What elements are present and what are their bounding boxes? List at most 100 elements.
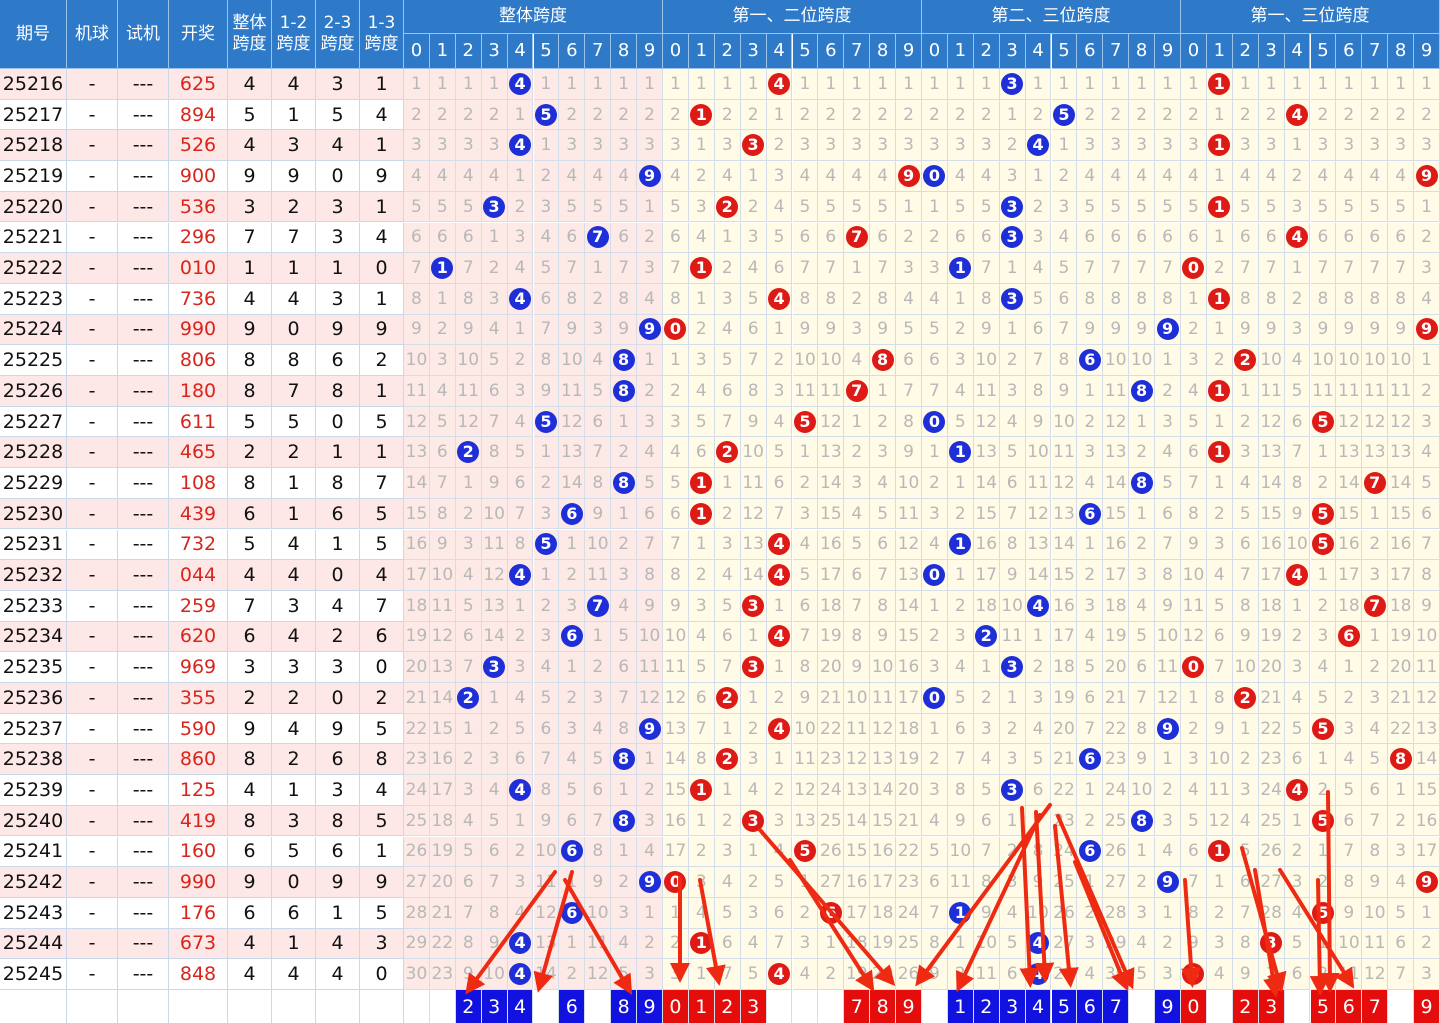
miss-cell: 2 xyxy=(1284,161,1311,192)
miss-cell: 6 xyxy=(533,713,560,745)
miss-cell: 15 xyxy=(1388,498,1415,530)
miss-cell: 1 xyxy=(637,345,663,376)
miss-cell: 4 xyxy=(611,161,638,192)
miss-cell: 1 xyxy=(507,805,534,837)
header-digit: 4 xyxy=(766,34,793,69)
miss-cell: 1 xyxy=(1310,69,1337,100)
row-issue: 25218 xyxy=(0,130,67,162)
miss-cell: 8 xyxy=(1103,283,1130,315)
miss-cell: 11 xyxy=(896,498,922,530)
prediction-digit: 7 xyxy=(1362,990,1389,1023)
miss-cell: 18 xyxy=(973,590,1000,622)
miss-cell: 0 xyxy=(922,683,948,714)
miss-cell: 3 xyxy=(455,130,482,162)
header-digit: 1 xyxy=(947,34,974,69)
hit-ball: 3 xyxy=(483,195,506,218)
miss-cell: 9 xyxy=(844,652,871,683)
miss-cell: 3 xyxy=(999,222,1026,254)
hit-ball: 2 xyxy=(716,195,739,218)
prediction-digit: 6 xyxy=(1077,990,1104,1023)
miss-cell: 4 xyxy=(507,130,534,162)
miss-cell: 8 xyxy=(663,560,689,591)
miss-cell: 16 xyxy=(1336,529,1363,561)
hit-ball: 6 xyxy=(1337,625,1360,648)
miss-cell: 2 xyxy=(973,683,1000,714)
miss-cell: 4 xyxy=(1103,161,1130,192)
miss-cell: 1 xyxy=(404,69,430,100)
miss-cell: 8 xyxy=(1232,590,1259,622)
miss-cell: 17 xyxy=(429,775,456,806)
row-span-3: 5 xyxy=(360,498,404,530)
row-issue: 25241 xyxy=(0,836,67,868)
miss-cell: 4 xyxy=(585,161,612,192)
miss-cell: 9 xyxy=(1362,314,1389,346)
row-sq: --- xyxy=(118,683,169,714)
miss-cell: 2 xyxy=(1206,498,1233,530)
miss-cell: 22 xyxy=(1051,775,1078,806)
miss-cell: 5 xyxy=(766,867,793,898)
miss-cell: 5 xyxy=(740,959,767,990)
miss-cell: 12 xyxy=(455,406,482,438)
row-jq: - xyxy=(67,283,118,315)
miss-cell: 4 xyxy=(688,376,715,407)
miss-cell: 7 xyxy=(611,683,638,714)
miss-cell: 6 xyxy=(792,590,819,622)
miss-cell: 5 xyxy=(1232,498,1259,530)
hit-ball: 1 xyxy=(949,533,972,556)
miss-cell: 1 xyxy=(999,99,1026,131)
miss-cell: 1 xyxy=(533,437,560,469)
miss-cell: 14 xyxy=(429,683,456,714)
miss-cell: 1 xyxy=(740,683,767,714)
miss-cell: 13 xyxy=(1025,529,1052,561)
miss-cell: 1 xyxy=(1206,406,1233,438)
miss-cell: 1 xyxy=(688,959,715,990)
miss-cell: 1 xyxy=(1310,928,1337,960)
hit-ball: 9 xyxy=(1415,871,1438,894)
miss-cell: 16 xyxy=(1388,529,1415,561)
hit-ball: 4 xyxy=(1027,594,1050,617)
miss-cell: 2 xyxy=(585,99,612,131)
miss-cell: 3 xyxy=(1129,130,1156,162)
miss-cell: 5 xyxy=(1362,191,1389,223)
prediction-digit: 4 xyxy=(1025,990,1052,1023)
miss-cell: 2 xyxy=(896,222,922,254)
miss-cell: 2 xyxy=(663,99,689,131)
miss-cell: 17 xyxy=(973,560,1000,591)
row-span-1: 4 xyxy=(272,69,316,100)
miss-cell: 19 xyxy=(429,836,456,868)
miss-cell: 3 xyxy=(870,437,897,469)
row-kj: 176 xyxy=(169,897,228,929)
miss-cell: 5 xyxy=(792,836,819,868)
miss-cell: 27 xyxy=(1051,928,1078,960)
miss-cell: 21 xyxy=(1388,683,1415,714)
miss-cell: 4 xyxy=(507,253,534,284)
miss-cell: 1 xyxy=(922,437,948,469)
miss-cell: 4 xyxy=(766,69,793,100)
row-jq: - xyxy=(67,897,118,929)
miss-cell: 6 xyxy=(507,468,534,499)
miss-cell: 1 xyxy=(714,468,741,499)
header-digit: 7 xyxy=(1103,34,1130,69)
row-span-0: 9 xyxy=(228,314,272,346)
hit-ball: 3 xyxy=(1001,778,1024,801)
prediction-digit: 9 xyxy=(637,990,663,1023)
prediction-digit: 3 xyxy=(999,990,1026,1023)
header-digit: 0 xyxy=(1181,34,1207,69)
miss-cell: 27 xyxy=(818,867,845,898)
miss-cell: 11 xyxy=(1336,959,1363,990)
miss-cell: 9 xyxy=(947,805,974,837)
miss-cell: 13 xyxy=(1388,437,1415,469)
row-kj: 296 xyxy=(169,222,228,254)
miss-cell: 15 xyxy=(870,805,897,837)
miss-cell: 18 xyxy=(1103,590,1130,622)
miss-cell: 0 xyxy=(663,314,689,346)
miss-cell: 8 xyxy=(999,529,1026,561)
hit-ball: 9 xyxy=(638,164,661,187)
miss-cell: 17 xyxy=(844,897,871,929)
miss-cell: 2 xyxy=(1414,376,1440,407)
miss-cell: 1 xyxy=(1362,621,1389,653)
miss-cell: 4 xyxy=(1232,805,1259,837)
miss-cell: 10 xyxy=(1025,897,1052,929)
miss-cell: 2 xyxy=(1414,222,1440,254)
row-span-1: 3 xyxy=(272,590,316,622)
